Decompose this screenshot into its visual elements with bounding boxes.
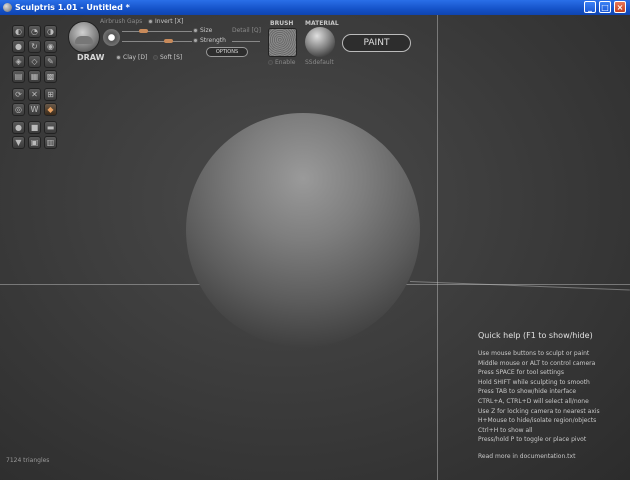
cube-icon[interactable]: ■ [28,121,41,134]
paint-mode-icon[interactable]: W [28,103,41,116]
quick-help-panel: Quick help (F1 to show/hide) Use mouse b… [478,331,600,462]
sculpt-sphere[interactable] [186,113,420,347]
window-title: Sculptris 1.01 - Untitled * [15,3,130,12]
quick-help-title: Quick help (F1 to show/hide) [478,331,593,340]
selected-tool-label: DRAW [77,53,105,62]
maximize-button[interactable]: □ [599,1,611,13]
mask-tool-icon[interactable]: ▩ [44,70,57,83]
minimize-button[interactable]: _ [584,1,596,13]
smooth-tool-icon[interactable]: ✎ [44,55,57,68]
material-name: SSdefault [305,59,334,66]
clay-label[interactable]: Clay [D] [123,54,147,61]
grid-axis-vertical [437,15,438,480]
reduce-tool-icon[interactable]: ▦ [28,70,41,83]
layer-icon[interactable]: ◆ [44,103,57,116]
help-line: Hold SHIFT while sculpting to smooth [478,378,590,386]
help-line: CTRL+A, CTRL+D will select all/none [478,397,589,405]
strength-slider-knob[interactable] [164,39,173,43]
paint-button[interactable]: PAINT [342,34,411,52]
options-button[interactable]: OPTIONS [206,47,248,57]
size-slider-track[interactable] [122,31,192,32]
mirror-icon[interactable]: ◎ [12,103,25,116]
help-line: Use mouse buttons to sculpt or paint [478,350,590,357]
save-icon[interactable]: ▣ [28,136,41,149]
size-slider-knob[interactable] [139,29,148,33]
brush-label: BRUSH [270,20,294,27]
help-more-link: Read more in documentation.txt [478,452,576,460]
clay-radio[interactable] [116,55,121,60]
size-label: Size [200,27,213,34]
help-line: Ctrl+H to show all [478,426,533,434]
brush-texture-swatch[interactable] [268,28,297,57]
plane-icon[interactable]: ▬ [44,121,57,134]
grid-icon[interactable]: ▥ [44,136,57,149]
inflate-tool-icon[interactable]: ● [12,40,25,53]
help-line: Press TAB to show/hide interface [478,388,577,396]
scale-tool-icon[interactable]: ◉ [44,40,57,53]
material-label: MATERIAL [305,20,339,27]
subdivide-icon[interactable]: ⟳ [12,88,25,101]
size-radio[interactable] [193,28,198,33]
strength-label: Strength [200,37,226,44]
strength-slider-track[interactable] [122,41,192,42]
close-button[interactable]: × [614,1,626,13]
help-line: Press SPACE for tool settings [478,369,564,377]
help-line: H+Mouse to hide/isolate region/objects [478,417,597,425]
viewport[interactable]: ◐ ◔ ◑ ● ↻ ◉ ◈ ◇ ✎ ▤ ▦ ▩ ⟳ ✕ ⊞ ◎ W ◆ ● ■ … [0,15,630,480]
rotate-tool-icon[interactable]: ↻ [28,40,41,53]
detail-slider-track[interactable] [232,41,260,42]
brush-enable-checkbox[interactable] [268,60,273,65]
open-icon[interactable]: ▼ [12,136,25,149]
detail-label: Detail [Q] [232,27,261,34]
brush-enable-label[interactable]: Enable [275,59,295,66]
triangle-count: 7124 triangles [6,457,50,464]
wireframe-icon[interactable]: ✕ [28,88,41,101]
grid-axis-depth [409,281,630,291]
draw-tool-icon[interactable]: ◐ [12,25,25,38]
brush-falloff-icon[interactable] [103,29,120,46]
symmetry-icon[interactable]: ⊞ [44,88,57,101]
flatten-tool-icon[interactable]: ◔ [28,25,41,38]
soft-radio[interactable] [153,55,158,60]
move-tool-icon[interactable]: ▤ [12,70,25,83]
help-line: Press/hold P to toggle or place pivot [478,436,587,444]
help-line: Middle mouse or ALT to control camera [478,359,596,367]
help-line: Use Z for locking camera to nearest axis [478,407,600,415]
app-icon [3,3,12,12]
airbrush-label[interactable]: Airbrush [100,18,125,25]
sphere-icon[interactable]: ● [12,121,25,134]
invert-label[interactable]: Invert [X] [155,18,183,25]
material-preview[interactable] [305,27,335,57]
invert-radio[interactable] [148,19,153,24]
grab-tool-icon[interactable]: ◑ [44,25,57,38]
pinch-tool-icon[interactable]: ◇ [28,55,41,68]
soft-label[interactable]: Soft [S] [160,54,182,61]
strength-radio[interactable] [193,38,198,43]
draw-tool-preview-icon[interactable] [68,21,100,53]
gaps-label[interactable]: Gaps [127,18,142,25]
crease-tool-icon[interactable]: ◈ [12,55,25,68]
title-bar[interactable]: Sculptris 1.01 - Untitled * _ □ × [0,0,630,15]
